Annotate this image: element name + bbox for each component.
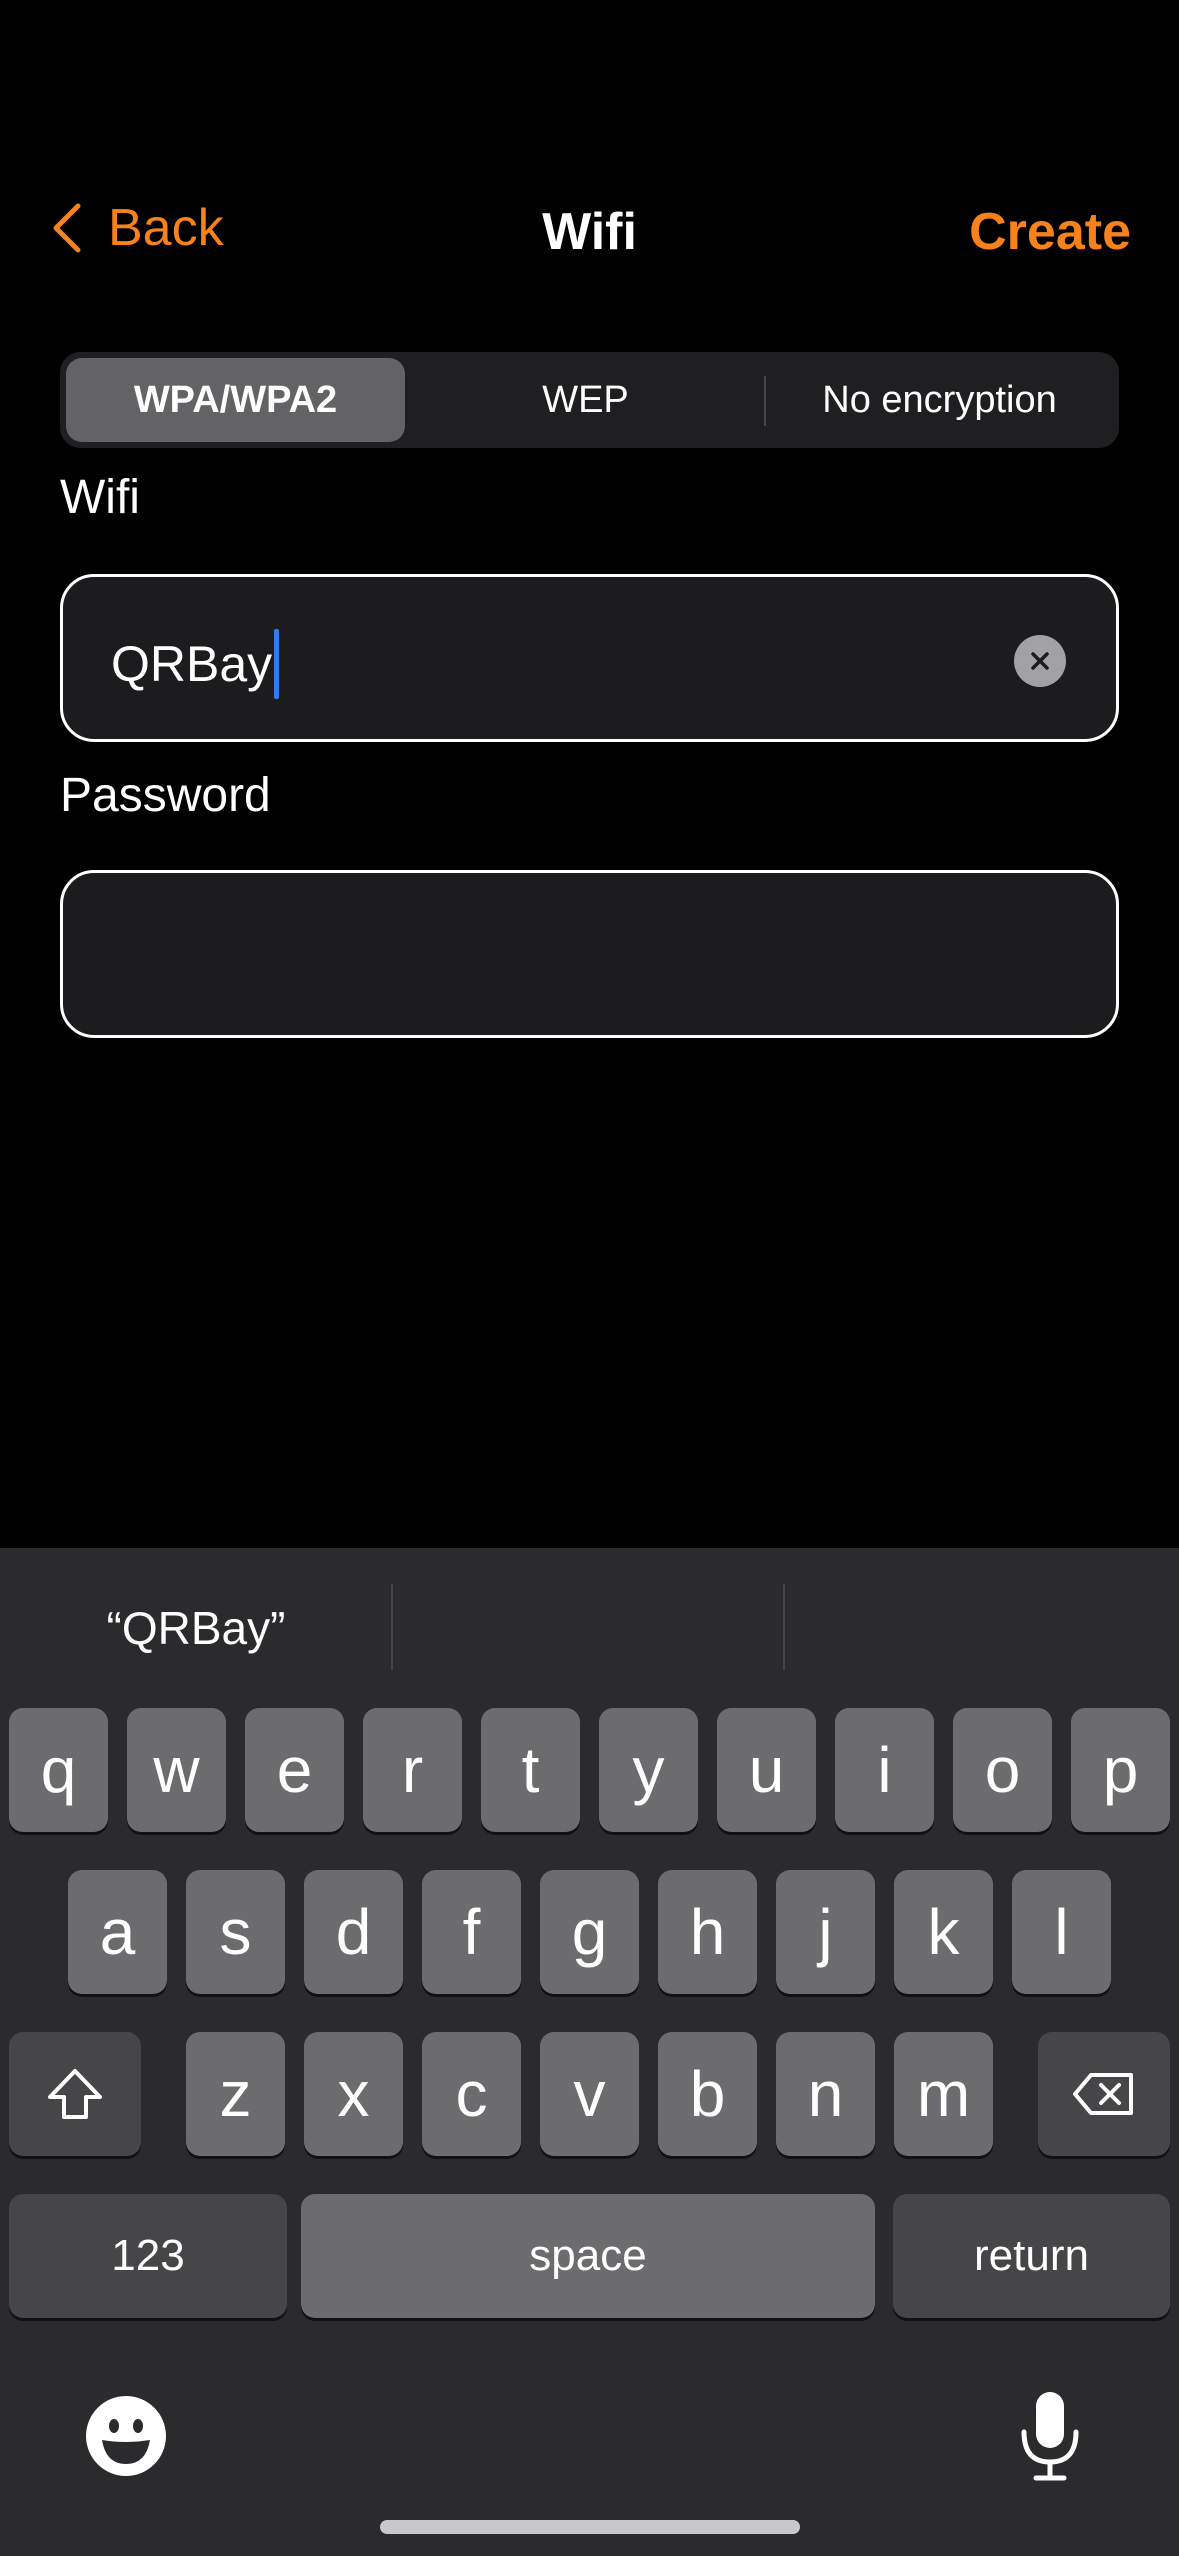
suggestion-bar: “QRBay” [0,1548,1179,1696]
key-b[interactable]: b [658,2032,757,2156]
numbers-key[interactable]: 123 [9,2194,287,2318]
key-x[interactable]: x [304,2032,403,2156]
key-e[interactable]: e [245,1708,344,1832]
key-w[interactable]: w [127,1708,226,1832]
close-icon [1031,652,1049,670]
delete-key[interactable] [1038,2032,1170,2156]
space-key[interactable]: space [301,2194,875,2318]
suggestion-2[interactable] [392,1588,784,1668]
key-g[interactable]: g [540,1870,639,1994]
key-t[interactable]: t [481,1708,580,1832]
key-h[interactable]: h [658,1870,757,1994]
key-i[interactable]: i [835,1708,934,1832]
key-d[interactable]: d [304,1870,403,1994]
key-l[interactable]: l [1012,1870,1111,1994]
wifi-label: Wifi [60,471,140,524]
key-s[interactable]: s [186,1870,285,1994]
key-q[interactable]: q [9,1708,108,1832]
emoji-button[interactable] [84,2394,168,2478]
shift-icon [48,2069,102,2119]
key-y[interactable]: y [599,1708,698,1832]
encryption-segmented-control: WPA/WPA2 WEP No encryption [60,352,1119,448]
emoji-icon [86,2396,166,2476]
wifi-input-value-wrap: QRBay [111,629,280,699]
suggestion-1[interactable]: “QRBay” [0,1588,392,1668]
key-a[interactable]: a [68,1870,167,1994]
return-key[interactable]: return [893,2194,1170,2318]
home-indicator[interactable] [380,2520,800,2534]
suggestion-3[interactable] [784,1588,1179,1668]
key-o[interactable]: o [953,1708,1052,1832]
text-cursor [274,629,280,699]
password-label: Password [60,769,271,822]
key-j[interactable]: j [776,1870,875,1994]
clear-text-button[interactable] [1014,635,1066,687]
wifi-name-input[interactable]: QRBay [60,574,1119,742]
shift-key[interactable] [9,2032,141,2156]
create-button[interactable]: Create [969,202,1131,262]
segment-no-encryption[interactable]: No encryption [766,358,1113,442]
key-f[interactable]: f [422,1870,521,1994]
key-u[interactable]: u [717,1708,816,1832]
microphone-icon [1021,2392,1079,2481]
password-input[interactable] [60,870,1119,1038]
navigation-bar: Back Wifi Create [0,180,1179,276]
key-n[interactable]: n [776,2032,875,2156]
dictation-button[interactable] [1016,2388,1084,2484]
segment-wep[interactable]: WEP [413,358,758,442]
key-m[interactable]: m [894,2032,993,2156]
wifi-input-value: QRBay [111,636,273,692]
key-v[interactable]: v [540,2032,639,2156]
keyboard: “QRBay” q w e r t y u i o p a s d f g h … [0,1548,1179,2556]
key-z[interactable]: z [186,2032,285,2156]
key-p[interactable]: p [1071,1708,1170,1832]
segment-wpa-wpa2[interactable]: WPA/WPA2 [66,358,405,442]
key-r[interactable]: r [363,1708,462,1832]
delete-icon [1073,2073,1133,2115]
key-c[interactable]: c [422,2032,521,2156]
key-k[interactable]: k [894,1870,993,1994]
